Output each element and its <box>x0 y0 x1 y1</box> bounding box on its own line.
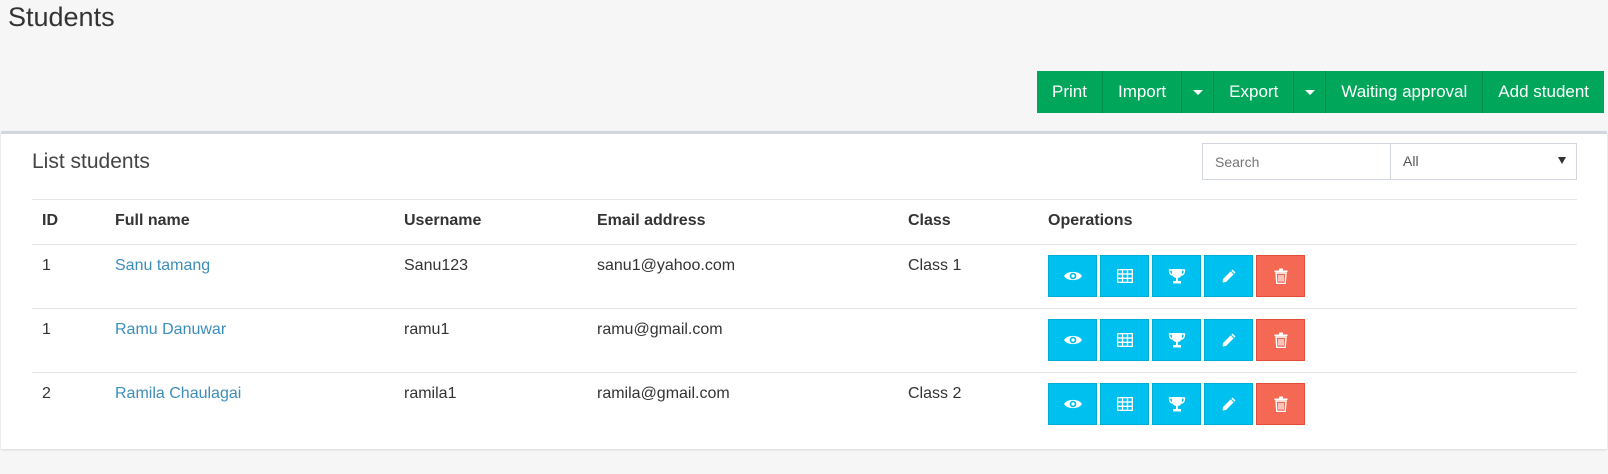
column-header-username: Username <box>404 212 482 229</box>
table-icon <box>1116 269 1133 283</box>
table-row: 1 Sanu tamang Sanu123 sanu1@yahoo.com Cl… <box>32 245 1577 309</box>
class-filter-value: All <box>1403 153 1419 169</box>
toolbar: Print Import Export Waiting approval Add… <box>1037 71 1605 113</box>
eye-icon <box>1063 335 1082 345</box>
cell-id: 2 <box>42 385 51 402</box>
view-button[interactable] <box>1048 383 1097 425</box>
column-header-id: ID <box>42 212 58 229</box>
table-row: 2 Ramila Chaulagai ramila1 ramila@gmail.… <box>32 373 1577 437</box>
waiting-approval-button[interactable]: Waiting approval <box>1326 71 1484 113</box>
table-row: 1 Ramu Danuwar ramu1 ramu@gmail.com <box>32 309 1577 373</box>
edit-button[interactable] <box>1204 383 1253 425</box>
grades-table-button[interactable] <box>1100 319 1149 361</box>
student-name-link[interactable]: Ramila Chaulagai <box>115 385 241 403</box>
select-caret-icon <box>1558 157 1566 164</box>
import-button[interactable]: Import <box>1102 71 1183 113</box>
eye-icon <box>1063 271 1082 281</box>
student-name-link[interactable]: Ramu Danuwar <box>115 321 226 339</box>
cell-email: ramu@gmail.com <box>597 321 723 338</box>
table-icon <box>1116 333 1133 347</box>
pencil-icon <box>1222 333 1235 347</box>
pencil-icon <box>1222 397 1235 411</box>
caret-down-icon <box>1304 89 1315 95</box>
view-button[interactable] <box>1048 255 1097 297</box>
table-body: 1 Sanu tamang Sanu123 sanu1@yahoo.com Cl… <box>32 245 1577 437</box>
cell-email: sanu1@yahoo.com <box>597 257 736 274</box>
column-header-class: Class <box>908 212 951 229</box>
delete-button[interactable] <box>1256 255 1305 297</box>
students-panel: List students All ID Full name Username … <box>1 131 1607 449</box>
delete-button[interactable] <box>1256 319 1305 361</box>
achievements-button[interactable] <box>1152 319 1201 361</box>
view-button[interactable] <box>1048 319 1097 361</box>
cell-email: ramila@gmail.com <box>597 385 730 402</box>
trash-icon <box>1274 396 1287 412</box>
achievements-button[interactable] <box>1152 383 1201 425</box>
column-header-full-name: Full name <box>115 212 190 229</box>
row-operations <box>1048 383 1308 425</box>
table-icon <box>1116 397 1133 411</box>
trophy-icon <box>1168 269 1185 284</box>
caret-down-icon <box>1192 89 1203 95</box>
achievements-button[interactable] <box>1152 255 1201 297</box>
trash-icon <box>1274 332 1287 348</box>
export-button[interactable]: Export <box>1214 71 1295 113</box>
table-header: ID Full name Username Email address Clas… <box>32 199 1577 245</box>
search-input[interactable] <box>1202 143 1391 180</box>
trophy-icon <box>1168 333 1185 348</box>
trophy-icon <box>1168 397 1185 412</box>
grades-table-button[interactable] <box>1100 383 1149 425</box>
student-name-link[interactable]: Sanu tamang <box>115 257 210 275</box>
row-operations <box>1048 319 1308 361</box>
edit-button[interactable] <box>1204 255 1253 297</box>
eye-icon <box>1063 399 1082 409</box>
add-student-button[interactable]: Add student <box>1483 71 1605 113</box>
page-title: Students <box>8 2 115 32</box>
cell-username: ramu1 <box>404 321 450 338</box>
delete-button[interactable] <box>1256 383 1305 425</box>
cell-username: Sanu123 <box>404 257 469 274</box>
class-filter-select[interactable]: All <box>1390 143 1577 180</box>
students-table: ID Full name Username Email address Clas… <box>32 199 1577 437</box>
cell-class: Class 2 <box>908 385 962 402</box>
cell-class: Class 1 <box>908 257 962 274</box>
cell-id: 1 <box>42 321 51 338</box>
cell-id: 1 <box>42 257 51 274</box>
edit-button[interactable] <box>1204 319 1253 361</box>
print-button[interactable]: Print <box>1037 71 1103 113</box>
trash-icon <box>1274 268 1287 284</box>
grades-table-button[interactable] <box>1100 255 1149 297</box>
column-header-email: Email address <box>597 212 706 229</box>
row-operations <box>1048 255 1308 297</box>
export-dropdown-toggle[interactable] <box>1294 71 1327 113</box>
pencil-icon <box>1222 269 1235 283</box>
cell-username: ramila1 <box>404 385 457 402</box>
import-dropdown-toggle[interactable] <box>1182 71 1215 113</box>
panel-title: List students <box>32 150 150 173</box>
column-header-operations: Operations <box>1048 212 1133 229</box>
